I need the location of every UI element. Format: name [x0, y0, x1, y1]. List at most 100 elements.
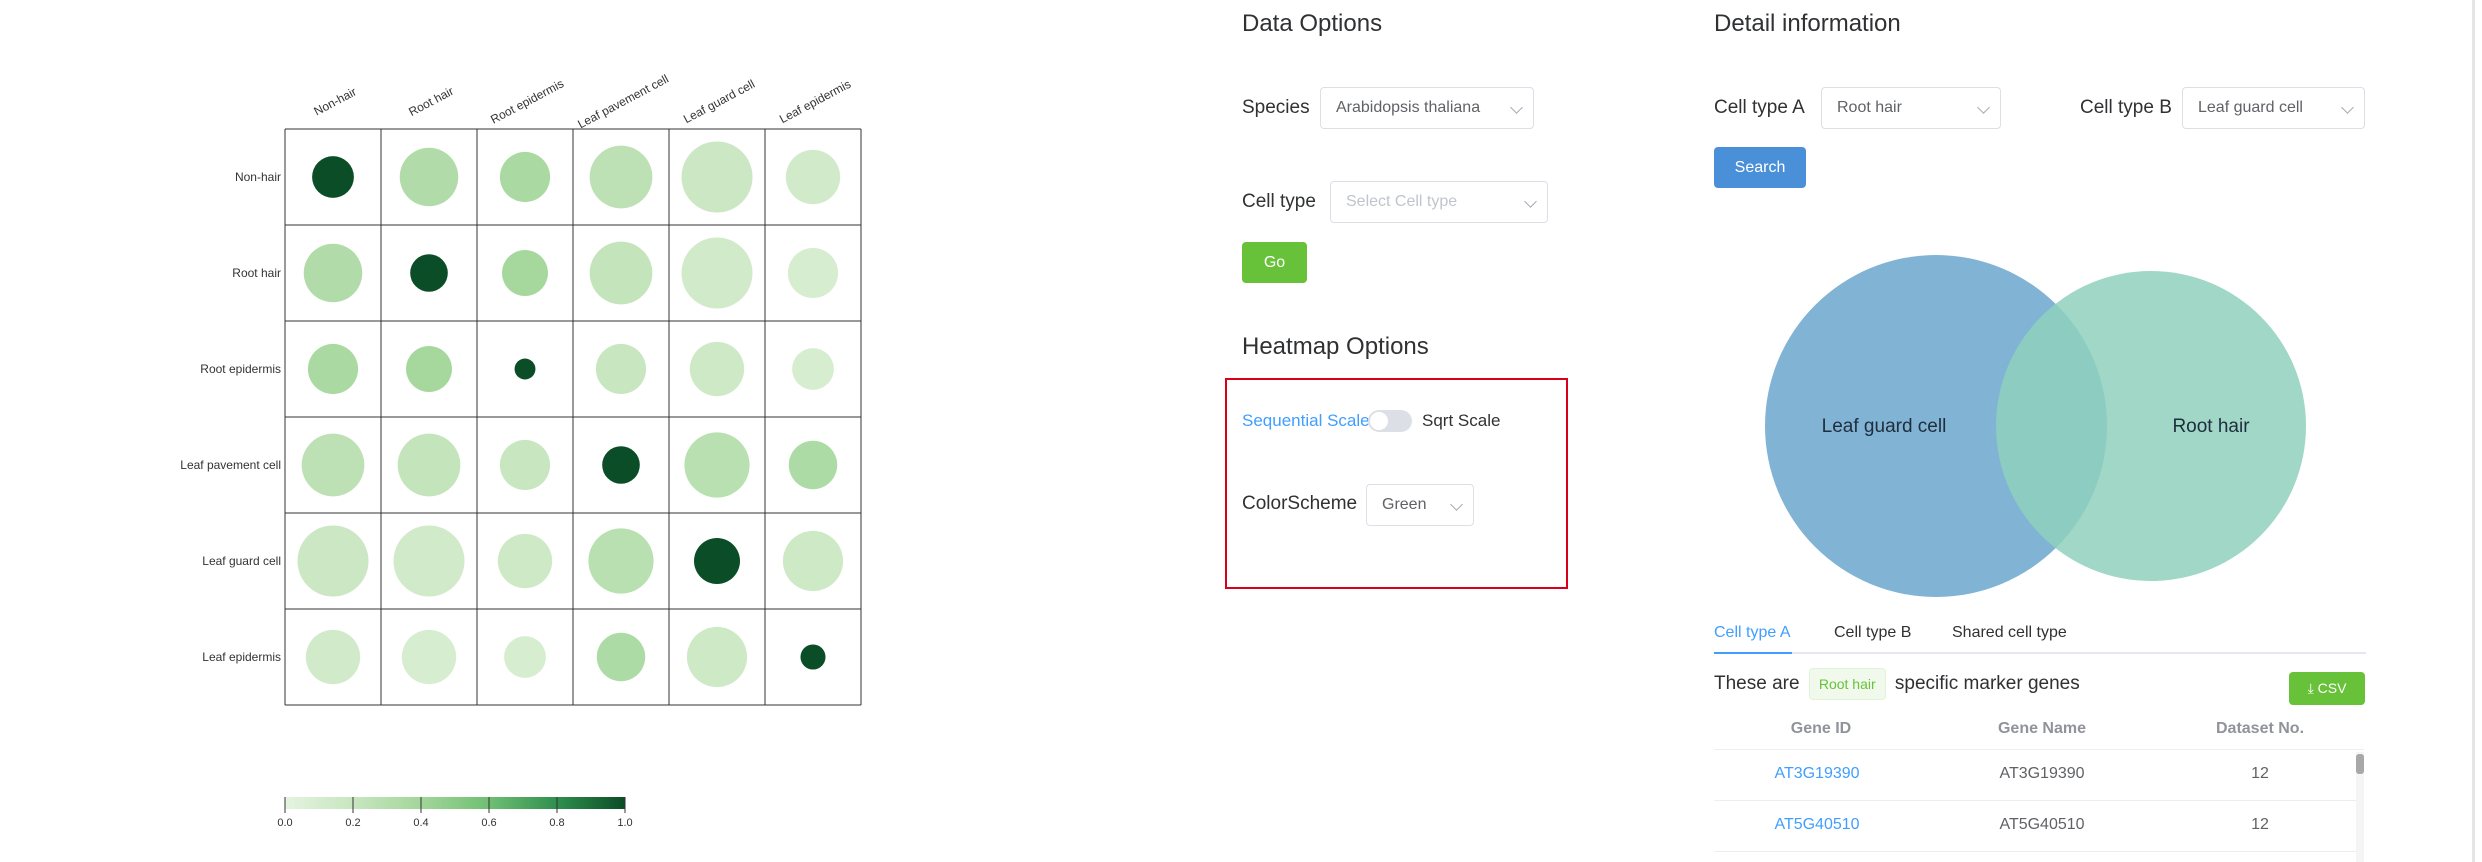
species-label: Species [1242, 97, 1310, 118]
legend-tick-label: 0.8 [549, 817, 564, 829]
gene-id-link[interactable]: AT5G40510 [1742, 816, 1892, 834]
heatmap-cell-circle[interactable] [694, 538, 740, 584]
heatmap-cell-circle[interactable] [499, 151, 551, 203]
heatmap-cell-circle[interactable] [502, 250, 548, 296]
csv-download-button[interactable]: ⤓ CSV [2289, 672, 2365, 705]
colorscheme-select[interactable]: Green [1366, 484, 1474, 526]
scale-toggle-switch[interactable] [1368, 410, 1412, 432]
heatmap-cell-circle[interactable] [504, 636, 546, 678]
celltype-b-select-value: Leaf guard cell [2198, 99, 2303, 116]
celltype-tag: Root hair [1808, 668, 1886, 700]
legend-tick-label: 0.4 [413, 817, 428, 829]
table-scrollbar[interactable] [2356, 752, 2364, 862]
heatmap-cell-circle[interactable] [681, 237, 753, 309]
colorscheme-select-value: Green [1382, 496, 1427, 513]
heatmap-cell-circle[interactable] [393, 525, 465, 597]
heatmap-options-title: Heatmap Options [1242, 333, 1429, 360]
go-button[interactable]: Go [1242, 242, 1307, 283]
active-tab-indicator [1714, 652, 1792, 654]
marker-genes-table: Gene ID Gene Name Dataset No. AT3G19390 … [1714, 712, 2364, 852]
heatmap-cell-circle[interactable] [792, 348, 834, 390]
table-row: AT5G40510 AT5G40510 12 [1714, 801, 2364, 852]
data-options-title: Data Options [1242, 10, 1383, 37]
gene-id-link[interactable]: AT3G19390 [1742, 765, 1892, 783]
tab-celltype-b[interactable]: Cell type B [1834, 624, 1911, 642]
species-select[interactable]: Arabidopsis thaliana [1320, 87, 1534, 129]
heatmap-cell-circle[interactable] [787, 247, 839, 299]
chevron-down-icon [1510, 101, 1523, 114]
header-gene-id[interactable]: Gene ID [1746, 720, 1896, 738]
heatmap-cell-circle[interactable] [689, 341, 745, 397]
search-button[interactable]: Search [1714, 147, 1806, 188]
heatmap-cell-circle[interactable] [595, 343, 647, 395]
chevron-down-icon [2341, 101, 2354, 114]
heatmap-cell-circle[interactable] [401, 629, 457, 685]
heatmap-cell-circle[interactable] [788, 440, 838, 490]
heatmap-cell-circle[interactable] [686, 626, 748, 688]
heatmap-cell-circle[interactable] [406, 346, 452, 392]
heatmap-cell-circle[interactable] [410, 254, 448, 292]
heatmap-cell-circle[interactable] [596, 632, 646, 682]
tab-celltype-a[interactable]: Cell type A [1714, 624, 1790, 642]
heatmap-cell-circle[interactable] [305, 629, 361, 685]
heatmap-row-label: Root hair [232, 266, 281, 280]
heatmap-cell-circle[interactable] [514, 358, 536, 380]
celltype-b-label: Cell type B [2080, 97, 2172, 118]
color-legend-bar [285, 797, 625, 809]
marker-genes-tabs: Cell type A Cell type B Shared cell type [1714, 616, 2366, 654]
heatmap-cell-circle[interactable] [602, 446, 640, 484]
dataset-no-cell: 12 [2251, 816, 2269, 833]
toggle-knob [1370, 412, 1388, 430]
header-gene-name[interactable]: Gene Name [1967, 720, 2117, 738]
marker-genes-description: These are Root hair specific marker gene… [1714, 668, 2080, 700]
heatmap-cell-circle[interactable] [303, 243, 363, 303]
celltype-a-select-value: Root hair [1837, 99, 1902, 116]
heatmap-cell-circle[interactable] [297, 525, 369, 597]
legend-tick-label: 0.0 [277, 817, 292, 829]
heatmap-column-label: Non-hair [312, 84, 359, 118]
venn-diagram: Leaf guard cell Root hair [1765, 255, 2306, 597]
scrollbar-thumb[interactable] [2356, 754, 2364, 774]
heatmap-cell-circle[interactable] [497, 533, 553, 589]
sequential-scale-label[interactable]: Sequential Scale [1242, 411, 1370, 431]
venn-label-left: Leaf guard cell [1822, 416, 1947, 437]
heatmap-column-label: Leaf pavement cell [575, 72, 671, 132]
heatmap-cell-circle[interactable] [312, 156, 354, 198]
celltype-select[interactable]: Select Cell type [1330, 181, 1548, 223]
heatmap-cell-circle[interactable] [399, 147, 459, 207]
heatmap-cell-circle[interactable] [307, 343, 359, 395]
page-scrollbar-track[interactable] [2472, 0, 2475, 862]
heatmap-cell-circle[interactable] [301, 433, 365, 497]
heatmap-column-label: Leaf guard cell [681, 77, 757, 126]
heatmap-cell-circle[interactable] [681, 141, 753, 213]
correlation-heatmap: Non-hair Root hair Root epidermisLeaf pave… [180, 72, 862, 829]
heatmap-cell-circle[interactable] [499, 439, 551, 491]
heatmap-row-label: Leaf guard cell [202, 554, 281, 568]
heatmap-column-label: Root epidermis [488, 76, 566, 126]
venn-circle-right [1996, 271, 2306, 581]
heatmap-cell-circle[interactable] [588, 528, 654, 594]
chevron-down-icon [1450, 498, 1463, 511]
celltype-a-select[interactable]: Root hair [1821, 87, 2001, 129]
heatmap-cell-circle[interactable] [589, 145, 653, 209]
heatmap-column-label: Leaf epidermis [777, 77, 853, 126]
heatmap-cell-circle[interactable] [684, 432, 750, 498]
tab-shared-celltype[interactable]: Shared cell type [1952, 624, 2067, 642]
heatmap-cell-circle[interactable] [397, 433, 461, 497]
detail-information-title: Detail information [1714, 10, 1901, 37]
sentence-prefix: These are [1714, 673, 1800, 695]
gene-name-cell: AT5G40510 [1999, 816, 2085, 833]
species-select-value: Arabidopsis thaliana [1336, 99, 1481, 116]
legend-tick-label: 0.6 [481, 817, 496, 829]
legend-tick-label: 1.0 [617, 817, 632, 829]
heatmap-cell-circle[interactable] [589, 241, 653, 305]
venn-label-right: Root hair [2172, 416, 2250, 437]
dataset-no-cell: 12 [2251, 765, 2269, 782]
header-dataset-no[interactable]: Dataset No. [2185, 720, 2335, 738]
heatmap-cell-circle[interactable] [782, 530, 844, 592]
sqrt-scale-label[interactable]: Sqrt Scale [1422, 411, 1500, 431]
celltype-b-select[interactable]: Leaf guard cell [2182, 87, 2365, 129]
celltype-a-label: Cell type A [1714, 97, 1805, 118]
heatmap-cell-circle[interactable] [800, 644, 826, 670]
heatmap-cell-circle[interactable] [785, 149, 841, 205]
